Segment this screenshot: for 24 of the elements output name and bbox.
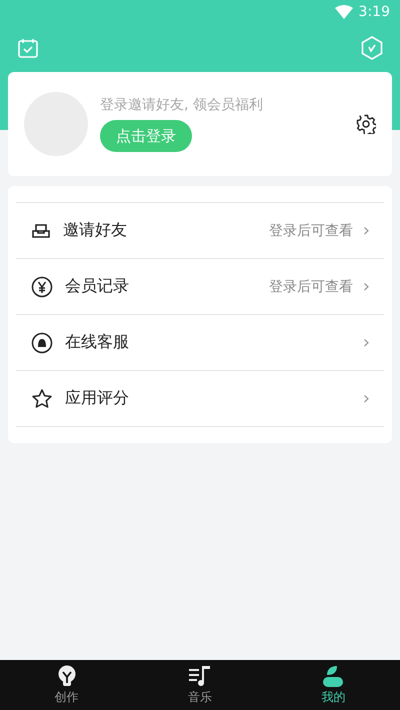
- menu-item[interactable]: 在线客服 ›: [16, 314, 384, 370]
- clock: 3:19: [358, 4, 390, 20]
- chevron-icon: ›: [362, 276, 370, 297]
- nav-tab[interactable]: 我的: [266, 660, 400, 710]
- menu-item[interactable]: 会员记录 登录后可查看 ›: [16, 258, 384, 314]
- chevron-icon: ›: [362, 332, 370, 353]
- wifi-icon: [334, 5, 353, 19]
- settings-icon[interactable]: [356, 114, 376, 134]
- yen-icon: [31, 276, 53, 298]
- calendar-check-icon[interactable]: [17, 37, 39, 59]
- chevron-icon: ›: [362, 220, 370, 241]
- chevron-icon: ›: [362, 388, 370, 409]
- playlist-icon: [188, 664, 212, 686]
- star-icon: [31, 388, 53, 410]
- login-hint: 登录后可查看: [268, 222, 353, 240]
- login-hint: 登录后可查看: [268, 278, 353, 296]
- menu-item[interactable]: 应用评分 ›: [16, 370, 384, 427]
- person-icon: [322, 664, 344, 686]
- menu-item[interactable]: 邀请好友 登录后可查看 ›: [16, 202, 384, 258]
- nav-tab[interactable]: 音乐: [133, 660, 267, 710]
- lightbulb-icon: [56, 664, 77, 686]
- nav-tab[interactable]: 创作: [0, 660, 134, 710]
- login-prompt: 登录邀请好友, 领会员福利: [100, 96, 263, 114]
- hexagon-check-icon[interactable]: [361, 36, 383, 60]
